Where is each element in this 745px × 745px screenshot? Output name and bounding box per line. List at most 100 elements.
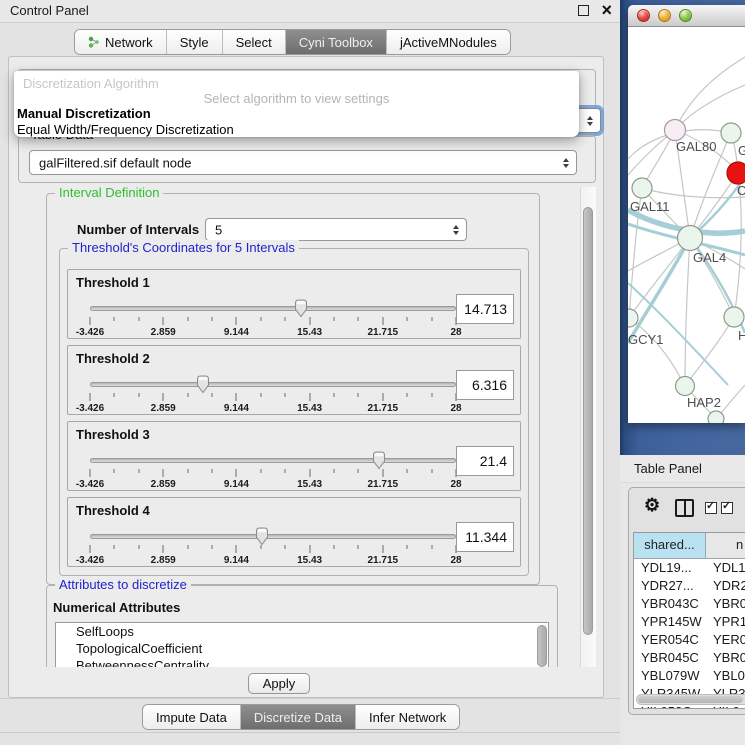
network-edge[interactable] bbox=[685, 238, 690, 386]
attribute-list-item[interactable]: SelfLoops bbox=[56, 623, 548, 640]
cell-name[interactable]: YBL0 bbox=[706, 667, 745, 685]
slider-thumb-icon[interactable] bbox=[195, 375, 211, 394]
tab-style[interactable]: Style bbox=[167, 30, 223, 54]
cell-shared-name[interactable]: YBL079W bbox=[634, 667, 706, 685]
number-of-intervals-combobox[interactable]: 5 bbox=[205, 218, 467, 241]
cell-name[interactable]: YER0 bbox=[706, 631, 745, 649]
network-node-ga[interactable] bbox=[721, 123, 741, 143]
threshold-label: Threshold 1 bbox=[76, 275, 150, 290]
split-view-icon[interactable] bbox=[675, 499, 694, 517]
slider-tick bbox=[382, 545, 383, 553]
cell-name[interactable]: YDL1 bbox=[706, 559, 745, 577]
cell-name[interactable]: YPR1 bbox=[706, 613, 745, 631]
minimize-traffic-light-icon[interactable] bbox=[658, 9, 671, 22]
slider-track[interactable] bbox=[90, 534, 456, 539]
combobox-stepper-icon[interactable] bbox=[563, 158, 569, 168]
tab-jactivemnodules[interactable]: jActiveMNodules bbox=[387, 30, 510, 54]
network-edge[interactable] bbox=[685, 317, 734, 386]
slider-tick bbox=[334, 317, 335, 321]
cell-shared-name[interactable]: YER054C bbox=[634, 631, 706, 649]
network-node-c[interactable] bbox=[727, 162, 745, 184]
network-node-label: GAL80 bbox=[676, 139, 716, 154]
slider-tick bbox=[285, 317, 286, 321]
slider-thumb-icon[interactable] bbox=[293, 299, 309, 318]
cell-shared-name[interactable]: YBR045C bbox=[634, 649, 706, 667]
network-node-label: GCY1 bbox=[628, 332, 663, 347]
network-canvas[interactable]: GAL80GACGAL11GAL4GCY1HHAP2 bbox=[628, 27, 745, 423]
network-edge[interactable] bbox=[629, 238, 690, 318]
select-columns-checkbox-icon[interactable] bbox=[721, 502, 733, 514]
cell-name[interactable]: YBR0 bbox=[706, 595, 745, 613]
close-traffic-light-icon[interactable] bbox=[637, 9, 650, 22]
scrollbar-vertical[interactable] bbox=[580, 187, 596, 667]
threshold-slider[interactable]: -3.4262.8599.14415.4321.71528 bbox=[90, 296, 456, 338]
network-node-gal80[interactable] bbox=[665, 120, 686, 141]
cell-name[interactable]: YDR2 bbox=[706, 577, 745, 595]
number-of-intervals-value: 5 bbox=[215, 222, 222, 237]
cell-name[interactable]: YBR0 bbox=[706, 649, 745, 667]
network-node-h[interactable] bbox=[724, 307, 744, 327]
threshold-slider[interactable]: -3.4262.8599.14415.4321.71528 bbox=[90, 372, 456, 414]
slider-tick-label: -3.426 bbox=[76, 327, 104, 338]
table-row[interactable]: YBR045CYBR0 bbox=[634, 649, 745, 667]
dropdown-option-manual-discretization[interactable]: Manual Discretization bbox=[17, 106, 151, 121]
slider-thumb-icon[interactable] bbox=[254, 527, 270, 546]
network-node[interactable] bbox=[708, 411, 724, 423]
table-row[interactable]: YBR043CYBR0 bbox=[634, 595, 745, 613]
apply-button[interactable]: Apply bbox=[248, 673, 310, 694]
attribute-list-item[interactable]: TopologicalCoefficient bbox=[56, 640, 548, 657]
table-toolbar: ⚙ bbox=[629, 488, 745, 530]
numerical-attributes-list[interactable]: SelfLoopsTopologicalCoefficientBetweenne… bbox=[55, 622, 549, 667]
scrollbar-thumb[interactable] bbox=[583, 207, 593, 635]
tab-discretize-data[interactable]: Discretize Data bbox=[241, 705, 356, 729]
network-window-titlebar[interactable] bbox=[628, 5, 745, 27]
select-columns-checkbox-icon[interactable] bbox=[705, 502, 717, 514]
dropdown-option-equal-width-frequency[interactable]: Equal Width/Frequency Discretization bbox=[17, 122, 234, 137]
cell-shared-name[interactable]: YPR145W bbox=[634, 613, 706, 631]
network-node-hap2[interactable] bbox=[676, 377, 695, 396]
tab-select[interactable]: Select bbox=[223, 30, 286, 54]
tab-infer-network[interactable]: Infer Network bbox=[356, 705, 459, 729]
attribute-list-item[interactable]: BetweennessCentrality bbox=[56, 657, 548, 667]
column-header-shared-name[interactable]: shared... bbox=[634, 533, 706, 558]
gear-icon[interactable]: ⚙ bbox=[644, 495, 660, 516]
network-node-gal11[interactable] bbox=[632, 178, 652, 198]
threshold-slider[interactable]: -3.4262.8599.14415.4321.71528 bbox=[90, 448, 456, 490]
tab-cyni-toolbox[interactable]: Cyni Toolbox bbox=[286, 30, 387, 54]
table-row[interactable]: YBL079WYBL0 bbox=[634, 667, 745, 685]
slider-track[interactable] bbox=[90, 382, 456, 387]
list-scrollbar-thumb[interactable] bbox=[537, 625, 547, 667]
slider-thumb-icon[interactable] bbox=[371, 451, 387, 470]
threshold-value-field[interactable]: 11.344 bbox=[456, 522, 514, 552]
slider-track[interactable] bbox=[90, 458, 456, 463]
close-icon[interactable]: × bbox=[601, 0, 612, 21]
cell-shared-name[interactable]: YDL19... bbox=[634, 559, 706, 577]
table-scrollbar-horizontal[interactable] bbox=[636, 694, 745, 705]
cell-shared-name[interactable]: YDR27... bbox=[634, 577, 706, 595]
column-header-name[interactable]: n bbox=[706, 533, 745, 558]
tab-network[interactable]: Network bbox=[75, 30, 167, 54]
slider-track[interactable] bbox=[90, 306, 456, 311]
slider-tick bbox=[163, 545, 164, 553]
threshold-value-field[interactable]: 14.713 bbox=[456, 294, 514, 324]
table-row[interactable]: YER054CYER0 bbox=[634, 631, 745, 649]
table-row[interactable]: YDR27...YDR2 bbox=[634, 577, 745, 595]
threshold-box: Threshold 3 -3.4262.8599.14415.4321.7152… bbox=[67, 421, 521, 491]
slider-tick bbox=[114, 317, 115, 321]
slider-ticks bbox=[90, 317, 456, 326]
threshold-value-field[interactable]: 21.4 bbox=[456, 446, 514, 476]
network-node-gal4[interactable] bbox=[678, 226, 703, 251]
table-row[interactable]: YDL19...YDL1 bbox=[634, 559, 745, 577]
threshold-slider[interactable]: -3.4262.8599.14415.4321.71528 bbox=[90, 524, 456, 566]
table-row[interactable]: YPR145WYPR1 bbox=[634, 613, 745, 631]
tab-impute-data[interactable]: Impute Data bbox=[143, 705, 241, 729]
combobox-stepper-icon[interactable] bbox=[453, 225, 459, 235]
combobox-stepper-icon[interactable] bbox=[587, 116, 593, 126]
zoom-traffic-light-icon[interactable] bbox=[679, 9, 692, 22]
float-window-icon[interactable] bbox=[578, 5, 589, 16]
threshold-value-field[interactable]: 6.316 bbox=[456, 370, 514, 400]
cell-shared-name[interactable]: YBR043C bbox=[634, 595, 706, 613]
table-scrollbar-thumb[interactable] bbox=[638, 696, 743, 703]
group-label-ghost: Discretization Algorithm bbox=[23, 76, 159, 91]
table-data-combobox[interactable]: galFiltered.sif default node bbox=[29, 150, 577, 175]
